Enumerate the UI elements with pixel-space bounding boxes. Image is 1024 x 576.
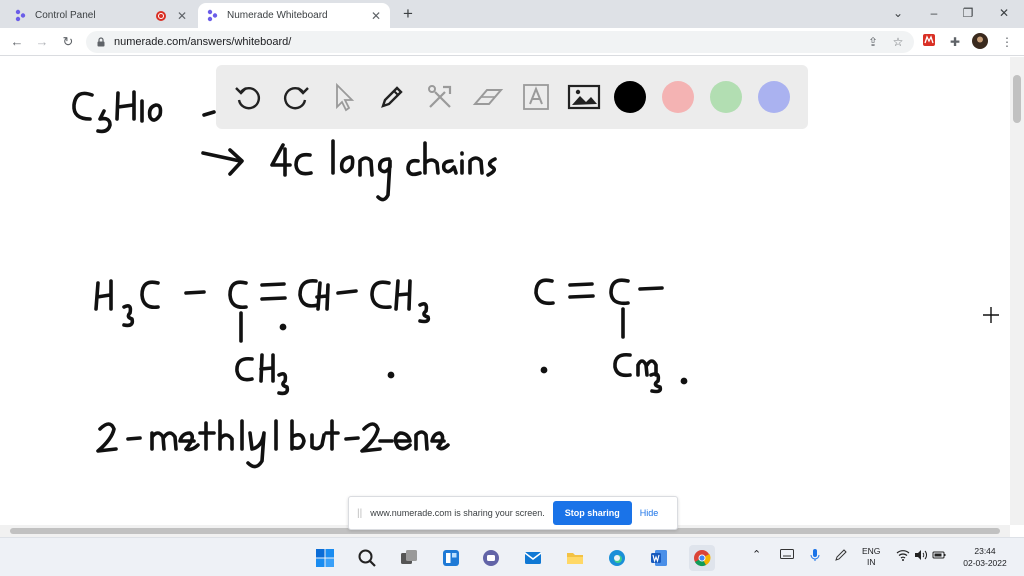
lock-icon [97,37,105,47]
language-code: ENG [862,546,881,556]
restore-button[interactable]: ❐ [958,4,978,22]
tab-title: Numerade Whiteboard [227,10,328,21]
task-view-icon[interactable] [398,547,420,569]
start-icon[interactable] [314,547,336,569]
color-swatch-blue[interactable] [758,81,790,113]
numerade-favicon [14,9,27,22]
system-clock[interactable]: 23:44 02-03-2022 [952,545,1018,569]
windows-taskbar: ⌃ ENG IN 23:44 02-03-2022 [0,537,1024,576]
pen-menu-icon[interactable] [834,548,848,564]
tab-numerade-whiteboard[interactable]: Numerade Whiteboard ✕ [198,3,390,28]
image-tool-icon[interactable] [566,79,602,115]
recording-indicator-icon [156,10,166,21]
tab-strip: Control Panel ✕ Numerade Whiteboard ✕ + … [0,0,1024,28]
browser-toolbar: ← → ↻ numerade.com/answers/whiteboard/ ⇪… [0,28,1024,56]
url-text: numerade.com/answers/whiteboard/ [114,36,292,48]
keyboard-icon[interactable] [780,549,794,561]
color-swatch-red[interactable] [662,81,694,113]
close-tab-icon[interactable]: ✕ [370,9,382,23]
new-tab-button[interactable]: + [398,4,418,24]
vertical-scrollbar[interactable] [1010,57,1024,525]
text-tool-icon[interactable] [518,79,554,115]
language-indicator[interactable]: ENG IN [862,546,880,568]
mail-icon[interactable] [522,547,544,569]
reload-button[interactable]: ↻ [59,33,77,51]
redo-icon[interactable] [278,79,314,115]
tab-search-chevron-icon[interactable]: ⌄ [888,4,908,22]
share-message: www.numerade.com is sharing your screen. [370,508,545,518]
minimize-button[interactable]: – [924,4,944,22]
word-icon[interactable] [648,547,670,569]
whiteboard-toolbar [216,65,808,129]
tab-title: Control Panel [35,10,96,21]
hide-button[interactable]: Hide [640,508,659,518]
search-icon[interactable] [356,547,378,569]
widgets-icon[interactable] [440,547,462,569]
tray-chevron-icon[interactable]: ⌃ [752,548,761,561]
browser-window: Control Panel ✕ Numerade Whiteboard ✕ + … [0,0,1024,576]
pen-tool-icon[interactable] [374,79,410,115]
tab-control-panel[interactable]: Control Panel ✕ [6,3,196,28]
stop-sharing-button[interactable]: Stop sharing [552,501,632,525]
bookmark-star-icon[interactable]: ☆ [889,33,907,51]
undo-icon[interactable] [230,79,266,115]
vertical-scroll-thumb[interactable] [1013,75,1021,123]
address-bar[interactable]: numerade.com/answers/whiteboard/ [86,31,914,53]
volume-icon[interactable] [914,549,928,563]
file-explorer-icon[interactable] [564,547,586,569]
screen-share-banner: || www.numerade.com is sharing your scre… [348,496,678,530]
whiteboard-canvas[interactable] [0,57,1010,525]
edge-browser-icon[interactable] [606,547,628,569]
shapes-tool-icon[interactable] [422,79,458,115]
extension-icon[interactable] [920,33,938,51]
battery-icon[interactable] [932,549,946,563]
puzzle-extensions-icon[interactable]: ✚ [946,33,964,51]
drag-handle-icon[interactable]: || [357,508,362,519]
back-button[interactable]: ← [8,33,26,51]
close-window-button[interactable]: ✕ [994,4,1014,22]
wifi-icon[interactable] [896,549,910,563]
microphone-icon[interactable] [810,548,820,564]
profile-avatar[interactable] [971,33,989,51]
chrome-icon[interactable] [689,545,715,571]
language-region: IN [866,557,876,567]
share-icon[interactable]: ⇪ [864,33,882,51]
close-tab-icon[interactable]: ✕ [176,9,188,23]
color-swatch-green[interactable] [710,81,742,113]
pointer-tool-icon[interactable] [326,79,362,115]
eraser-tool-icon[interactable] [470,79,506,115]
teams-chat-icon[interactable] [480,547,502,569]
numerade-favicon [206,9,219,22]
clock-date: 02-03-2022 [963,558,1007,568]
color-swatch-black[interactable] [614,81,646,113]
browser-menu-icon[interactable]: ⋮ [998,33,1016,51]
forward-button[interactable]: → [33,33,51,51]
clock-time: 23:44 [974,546,996,556]
